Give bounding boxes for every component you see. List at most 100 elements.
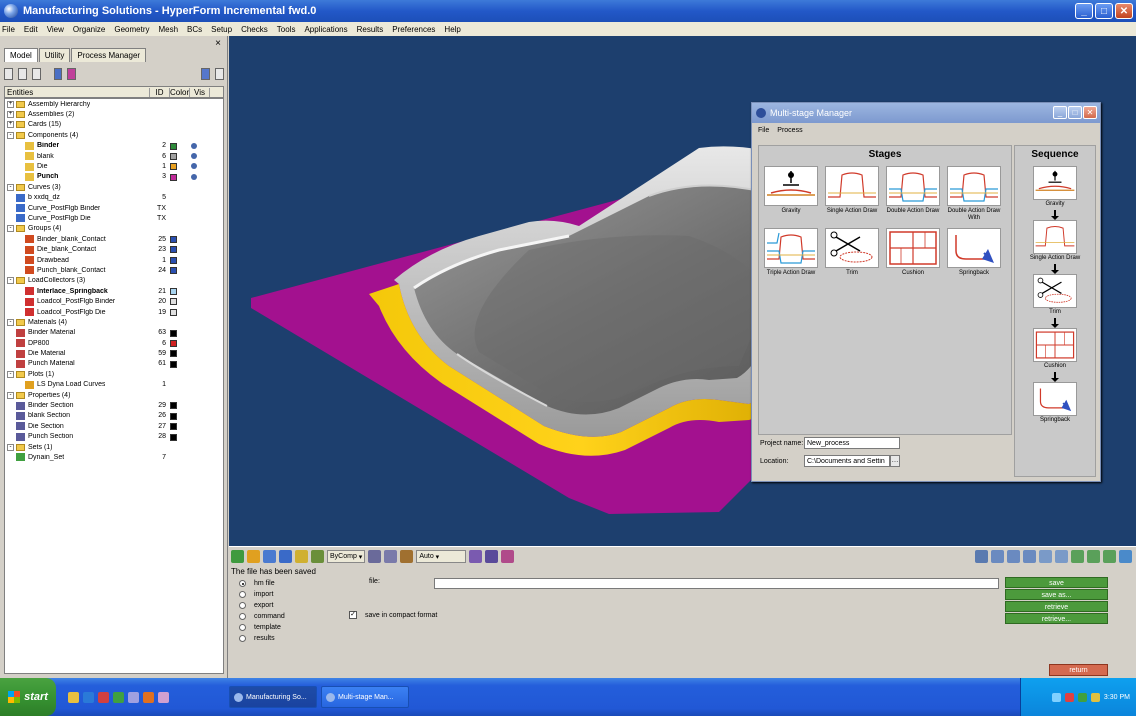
- retrieve-button[interactable]: retrieve...: [1005, 613, 1108, 624]
- zoom-window-icon[interactable]: [1007, 550, 1020, 563]
- pan-icon[interactable]: [975, 550, 988, 563]
- tree-row[interactable]: Die Material 59: [5, 348, 223, 358]
- quicklaunch-app4-icon[interactable]: [143, 691, 154, 703]
- expand-toggle-icon[interactable]: +: [7, 100, 14, 108]
- radio-button[interactable]: [239, 613, 246, 620]
- quicklaunch-folder-icon[interactable]: [68, 691, 79, 703]
- sequence-step-cushion[interactable]: Cushion: [1028, 328, 1082, 371]
- color-by-icon[interactable]: [311, 550, 324, 563]
- tree-row[interactable]: - LoadCollectors (3): [5, 276, 223, 286]
- entity-tree[interactable]: + Assembly Hierarchy + Assemblies (2) + Cards…: [4, 98, 224, 674]
- color-swatch[interactable]: [170, 308, 177, 316]
- menu-help[interactable]: Help: [444, 25, 460, 34]
- column-color[interactable]: Color: [170, 87, 190, 97]
- visibility-icon[interactable]: [191, 173, 197, 180]
- radio-button[interactable]: [239, 624, 246, 631]
- tree-row[interactable]: Die_blank_Contact 23: [5, 244, 223, 254]
- trim-stage-icon[interactable]: [825, 228, 879, 268]
- tree-row[interactable]: - Components (4): [5, 130, 223, 140]
- column-vis[interactable]: Vis: [190, 87, 210, 97]
- tree-row[interactable]: Dynain_Set 7: [5, 452, 223, 462]
- menu-organize[interactable]: Organize: [73, 25, 105, 34]
- color-swatch[interactable]: [170, 246, 177, 254]
- expand-toggle-icon[interactable]: -: [7, 443, 14, 451]
- color-mode-select[interactable]: ByComp ▾: [327, 550, 366, 563]
- display-mode-select[interactable]: Auto ▾: [416, 550, 467, 563]
- color-swatch[interactable]: [170, 236, 177, 244]
- color-swatch[interactable]: [170, 298, 177, 306]
- tree-row[interactable]: + Cards (15): [5, 120, 223, 130]
- menu-geometry[interactable]: Geometry: [114, 25, 149, 34]
- tree-row[interactable]: Curve_PostFlgb Binder TX: [5, 203, 223, 213]
- option-hm-file[interactable]: hm file: [239, 578, 285, 589]
- tree-row[interactable]: - Properties (4): [5, 390, 223, 400]
- tree-row[interactable]: Binder_blank_Contact 25: [5, 234, 223, 244]
- color-swatch[interactable]: [170, 267, 177, 275]
- close-button[interactable]: ✕: [1115, 3, 1133, 19]
- tree-row[interactable]: Drawbead 1: [5, 255, 223, 265]
- expand-toggle-icon[interactable]: +: [7, 121, 14, 129]
- visibility-icon[interactable]: [191, 152, 197, 159]
- radio-button[interactable]: [239, 635, 246, 642]
- stage-single[interactable]: Single Action Draw: [824, 166, 880, 228]
- tree-row[interactable]: blank Section 26: [5, 411, 223, 421]
- isolate-icon[interactable]: [67, 68, 77, 80]
- tab-model[interactable]: Model: [4, 48, 38, 62]
- color-swatch[interactable]: [170, 360, 177, 368]
- wireframe-icon[interactable]: [279, 550, 292, 563]
- view-top-icon[interactable]: [1071, 550, 1084, 563]
- display-icon[interactable]: [53, 68, 63, 80]
- color-swatch[interactable]: [170, 329, 177, 337]
- tree-row[interactable]: Punch_blank_Contact 24: [5, 265, 223, 275]
- tree-row[interactable]: - Curves (3): [5, 182, 223, 192]
- menu-results[interactable]: Results: [357, 25, 384, 34]
- stage-doublewith[interactable]: Double Action Draw With: [946, 166, 1002, 228]
- shaded-icon[interactable]: [263, 550, 276, 563]
- radio-button[interactable]: [239, 602, 246, 609]
- stage-trim[interactable]: Trim: [824, 228, 880, 290]
- gravity-stage-icon[interactable]: [1033, 166, 1077, 200]
- project-name-input[interactable]: [804, 437, 900, 449]
- security-icon[interactable]: [1064, 692, 1074, 702]
- rotate-icon[interactable]: [1039, 550, 1052, 563]
- tree-row[interactable]: b xxdq_dz 5: [5, 193, 223, 203]
- color-swatch[interactable]: [170, 256, 177, 264]
- column-id[interactable]: ID: [150, 87, 170, 97]
- double-stage-icon[interactable]: [886, 166, 940, 206]
- menu-applications[interactable]: Applications: [304, 25, 347, 34]
- tree-row[interactable]: - Groups (4): [5, 224, 223, 234]
- quicklaunch-app3-icon[interactable]: [128, 691, 139, 703]
- save-button[interactable]: save: [1005, 577, 1108, 588]
- open-icon[interactable]: [247, 550, 260, 563]
- tree-row[interactable]: Curve_PostFlgb Die TX: [5, 213, 223, 223]
- stage-double[interactable]: Double Action Draw: [885, 166, 941, 228]
- menu-setup[interactable]: Setup: [211, 25, 232, 34]
- menu-preferences[interactable]: Preferences: [392, 25, 435, 34]
- maximize-button[interactable]: □: [1095, 3, 1113, 19]
- color-swatch[interactable]: [170, 423, 177, 431]
- expand-toggle-icon[interactable]: -: [7, 391, 14, 399]
- color-swatch[interactable]: [170, 163, 177, 171]
- view-front-icon[interactable]: [1087, 550, 1100, 563]
- return-button[interactable]: return: [1049, 664, 1108, 676]
- springback-stage-icon[interactable]: [947, 228, 1001, 268]
- find-icon[interactable]: [215, 68, 225, 80]
- sequence-step-single[interactable]: Single Action Draw: [1028, 220, 1082, 263]
- save-as-button[interactable]: save as...: [1005, 589, 1108, 600]
- single-stage-icon[interactable]: [825, 166, 879, 206]
- tree-row[interactable]: DP800 6: [5, 338, 223, 348]
- menu-checks[interactable]: Checks: [241, 25, 268, 34]
- update-icon[interactable]: [1077, 692, 1087, 702]
- tab-process-manager[interactable]: Process Manager: [71, 48, 147, 62]
- tree-row[interactable]: Binder Material 63: [5, 328, 223, 338]
- tree-row[interactable]: Loadcol_PostFlgb Die 19: [5, 307, 223, 317]
- option-template[interactable]: template: [239, 622, 285, 633]
- visibility-icon[interactable]: [191, 163, 197, 170]
- sequence-step-gravity[interactable]: Gravity: [1028, 166, 1082, 209]
- color-swatch[interactable]: [170, 339, 177, 347]
- fit-icon[interactable]: [1023, 550, 1036, 563]
- stage-triple[interactable]: Triple Action Draw: [763, 228, 819, 290]
- option-command[interactable]: command: [239, 611, 285, 622]
- option-results[interactable]: results: [239, 633, 285, 644]
- color-swatch[interactable]: [170, 173, 177, 181]
